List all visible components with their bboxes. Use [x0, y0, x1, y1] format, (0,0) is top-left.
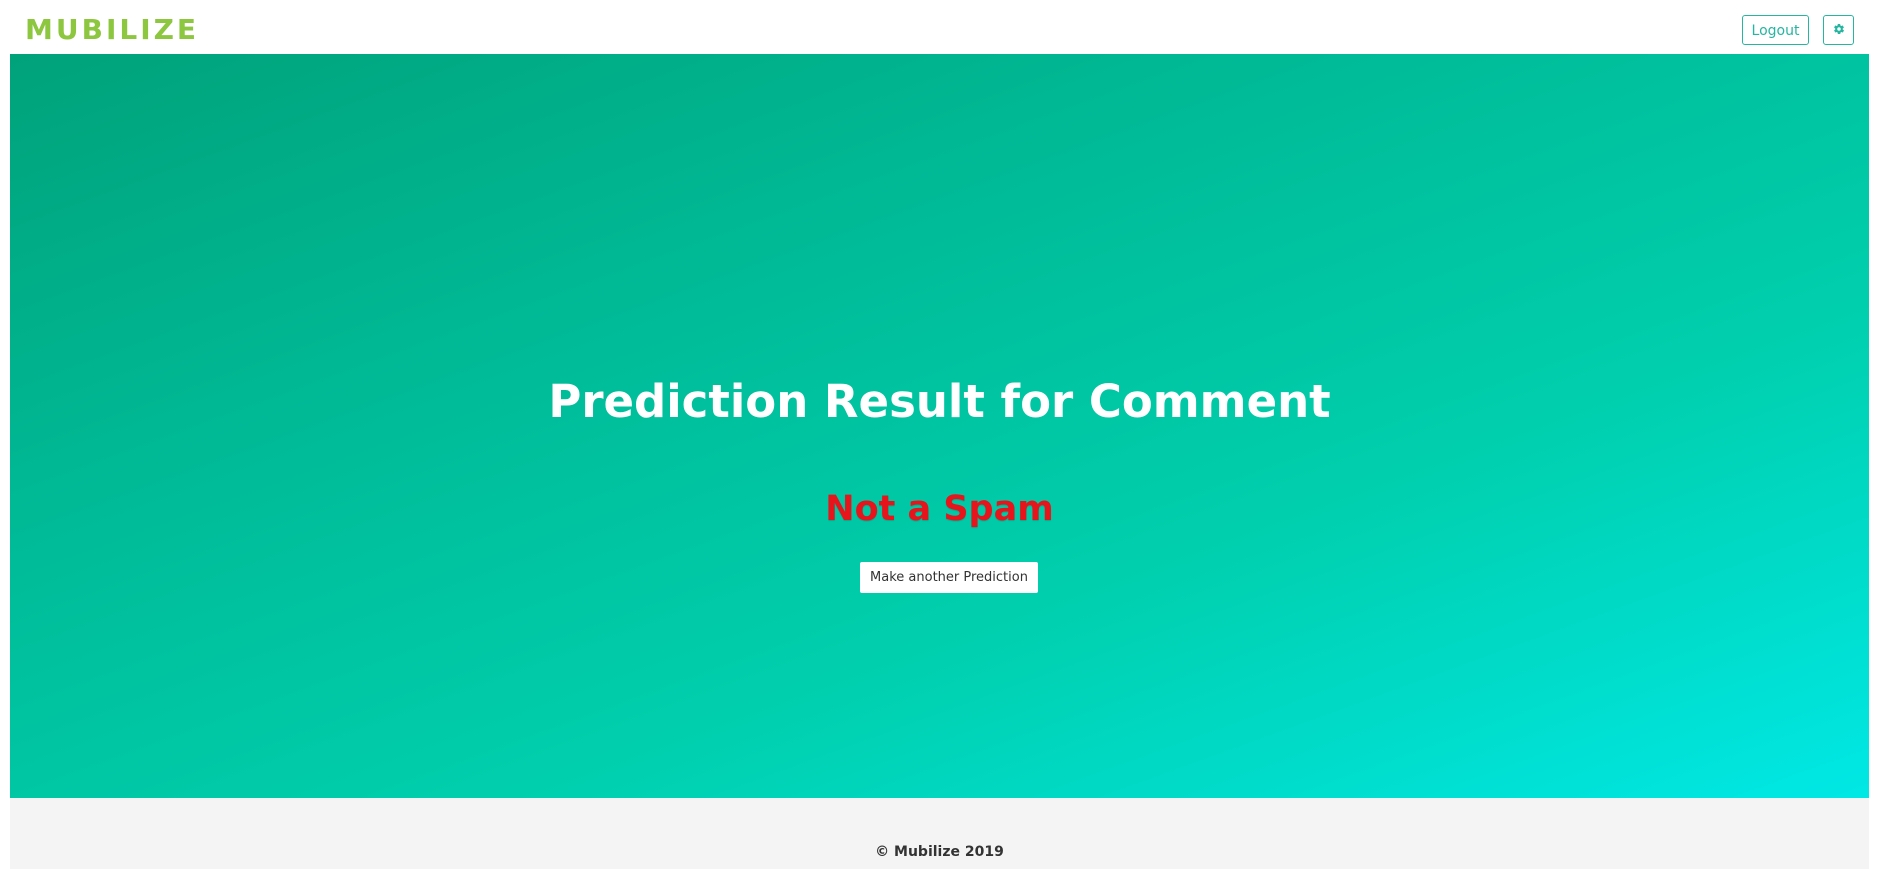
gear-icon [1833, 23, 1845, 38]
hero-section: Prediction Result for Comment Not a Spam… [10, 54, 1869, 798]
prediction-result: Not a Spam [825, 489, 1054, 529]
logout-button[interactable]: Logout [1742, 15, 1809, 45]
settings-button[interactable] [1823, 15, 1854, 45]
make-another-prediction-button[interactable]: Make another Prediction [860, 562, 1038, 593]
page-title: Prediction Result for Comment [548, 375, 1331, 428]
footer: © Mubilize 2019 [10, 798, 1869, 869]
brand-logo[interactable]: MUBILIZE [25, 10, 199, 50]
top-navbar: MUBILIZE Logout [0, 0, 1882, 54]
copyright-text: © Mubilize 2019 [875, 844, 1004, 860]
